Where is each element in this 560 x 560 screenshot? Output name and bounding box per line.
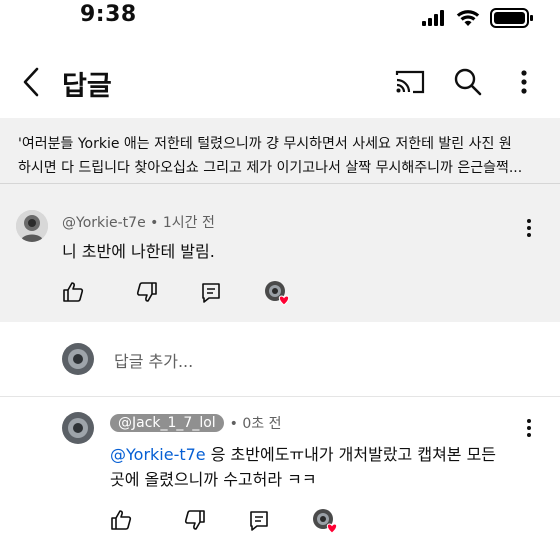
status-time: 9:38 — [80, 2, 137, 27]
comment-text: 니 초반에 나한테 발림. — [62, 242, 215, 261]
creator-heart-icon — [265, 281, 290, 306]
reply-text-line-1: 응 초반에도ㅠ내가 개처발랐고 캡쳐본 모든 — [205, 445, 497, 464]
more-options-icon[interactable] — [508, 66, 540, 98]
divider — [0, 396, 560, 397]
my-avatar — [62, 343, 94, 375]
comment-meta: @Yorkie-t7e • 1시간 전 — [62, 212, 215, 232]
like-icon[interactable] — [110, 509, 132, 531]
reply-time: • 0초 전 — [229, 416, 282, 432]
battery-icon — [490, 8, 533, 28]
parent-post-text: '여러분들 Yorkie 애는 저한테 털렸으니까 걍 무시하면서 사세요 저한… — [18, 132, 548, 180]
reply-meta: @Jack_1_7_lol • 0초 전 — [110, 413, 282, 433]
avatar[interactable] — [16, 210, 48, 242]
signal-icon — [422, 10, 444, 26]
divider — [0, 183, 560, 184]
comment-time: • 1시간 전 — [150, 215, 215, 231]
reply-mention-link[interactable]: @Yorkie-t7e — [110, 445, 206, 464]
reply-icon[interactable] — [248, 509, 270, 531]
avatar-image — [62, 412, 94, 444]
parent-post-line-1: '여러분들 Yorkie 애는 저한테 털렸으니까 걍 무시하면서 사세요 저한… — [18, 136, 512, 152]
reply-author-pill[interactable]: @Jack_1_7_lol — [110, 414, 224, 432]
avatar-image — [16, 210, 48, 242]
dislike-icon[interactable] — [136, 281, 158, 303]
like-icon[interactable] — [62, 281, 84, 303]
my-avatar-image — [62, 343, 94, 375]
search-icon[interactable] — [452, 66, 484, 98]
creator-heart-icon — [313, 509, 338, 534]
creator-heart-badge — [264, 280, 292, 306]
reply-text-line-2: 곳에 올렸으니까 수고허라 ㅋㅋ — [110, 470, 317, 489]
wifi-icon — [456, 10, 480, 26]
dislike-icon[interactable] — [184, 509, 206, 531]
page-title: 답글 — [62, 71, 112, 102]
comment-author[interactable]: @Yorkie-t7e — [62, 215, 146, 231]
reply-more-icon[interactable] — [526, 418, 532, 438]
parent-post-line-2: 하시면 다 드립니다 찾아오십쇼 그리고 제가 이기고나서 살짝 무시해주니까 … — [18, 160, 523, 176]
back-arrow-icon[interactable] — [18, 66, 44, 98]
reply-text: @Yorkie-t7e 응 초반에도ㅠ내가 개처발랐고 캡쳐본 모든 곳에 올렸… — [110, 442, 530, 492]
reply-icon[interactable] — [200, 281, 222, 303]
add-reply-input[interactable]: 답글 추가... — [114, 348, 193, 372]
comment-more-icon[interactable] — [526, 218, 532, 238]
avatar[interactable] — [62, 412, 94, 444]
creator-heart-badge — [312, 508, 340, 534]
status-icons — [422, 8, 534, 28]
cast-icon[interactable] — [394, 66, 426, 98]
